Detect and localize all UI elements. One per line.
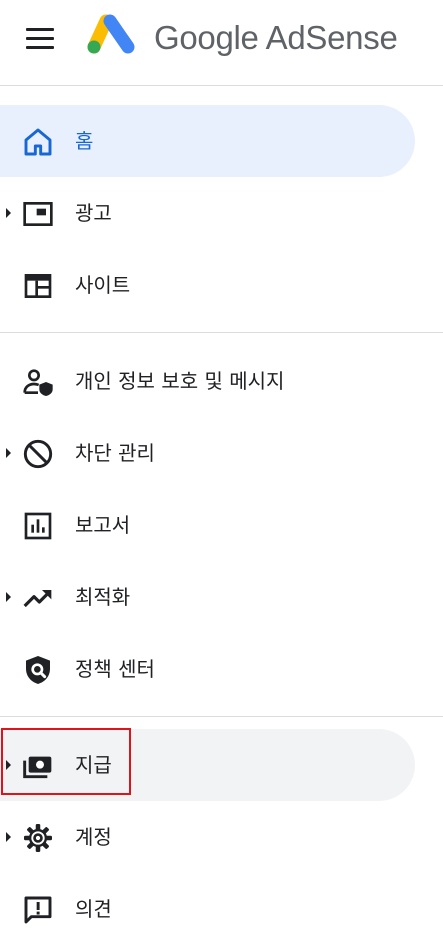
- nav-item-optimization[interactable]: 최적화: [0, 561, 415, 633]
- web-layout-icon: [22, 270, 54, 302]
- expand-caret-icon[interactable]: [6, 760, 11, 770]
- nav-label-ads: 광고: [75, 201, 112, 225]
- nav-item-feedback[interactable]: 의견: [0, 873, 415, 945]
- nav-label-sites: 사이트: [75, 273, 131, 297]
- nav-label-feedback: 의견: [75, 897, 112, 921]
- nav-item-privacy-messaging[interactable]: 개인 정보 보호 및 메시지: [0, 345, 415, 417]
- trending-up-icon: [22, 582, 54, 614]
- block-icon: [22, 438, 54, 470]
- nav-item-home[interactable]: 홈: [0, 105, 415, 177]
- nav-label-privacy-messaging: 개인 정보 보호 및 메시지: [75, 369, 285, 393]
- bar-chart-icon: [22, 510, 54, 542]
- expand-caret-icon[interactable]: [6, 832, 11, 842]
- nav-label-policy-center: 정책 센터: [75, 657, 155, 681]
- nav-label-blocking-controls: 차단 관리: [75, 441, 155, 465]
- nav-item-sites[interactable]: 사이트: [0, 249, 415, 321]
- adsense-sidebar-app: Google AdSense 홈 광고 사이트 개인 정보 보호 및 메시지 차…: [0, 0, 443, 947]
- top-bar: Google AdSense: [0, 0, 443, 86]
- gear-icon: [22, 822, 54, 854]
- nav-item-ads[interactable]: 광고: [0, 177, 415, 249]
- ad-unit-icon: [22, 198, 54, 230]
- home-icon: [22, 126, 54, 158]
- adsense-logo-icon: [86, 13, 138, 57]
- feedback-icon: [22, 894, 54, 926]
- nav-item-reports[interactable]: 보고서: [0, 489, 415, 561]
- nav-label-reports: 보고서: [75, 513, 131, 537]
- nav-label-home: 홈: [75, 129, 94, 153]
- nav-label-payments: 지급: [75, 753, 112, 777]
- nav-item-account[interactable]: 계정: [0, 801, 415, 873]
- expand-caret-icon[interactable]: [6, 208, 11, 218]
- section-divider: [0, 332, 443, 333]
- policy-shield-icon: [22, 654, 54, 686]
- nav-item-payments[interactable]: 지급: [0, 729, 415, 801]
- brand-title[interactable]: Google AdSense: [154, 16, 398, 60]
- nav-item-policy-center[interactable]: 정책 센터: [0, 633, 415, 705]
- expand-caret-icon[interactable]: [6, 448, 11, 458]
- payments-icon: [22, 750, 54, 782]
- hamburger-menu-icon[interactable]: [26, 28, 54, 50]
- nav-item-blocking-controls[interactable]: 차단 관리: [0, 417, 415, 489]
- section-divider: [0, 716, 443, 717]
- nav-label-optimization: 최적화: [75, 585, 131, 609]
- expand-caret-icon[interactable]: [6, 592, 11, 602]
- nav-label-account: 계정: [75, 825, 112, 849]
- privacy-person-shield-icon: [22, 366, 54, 398]
